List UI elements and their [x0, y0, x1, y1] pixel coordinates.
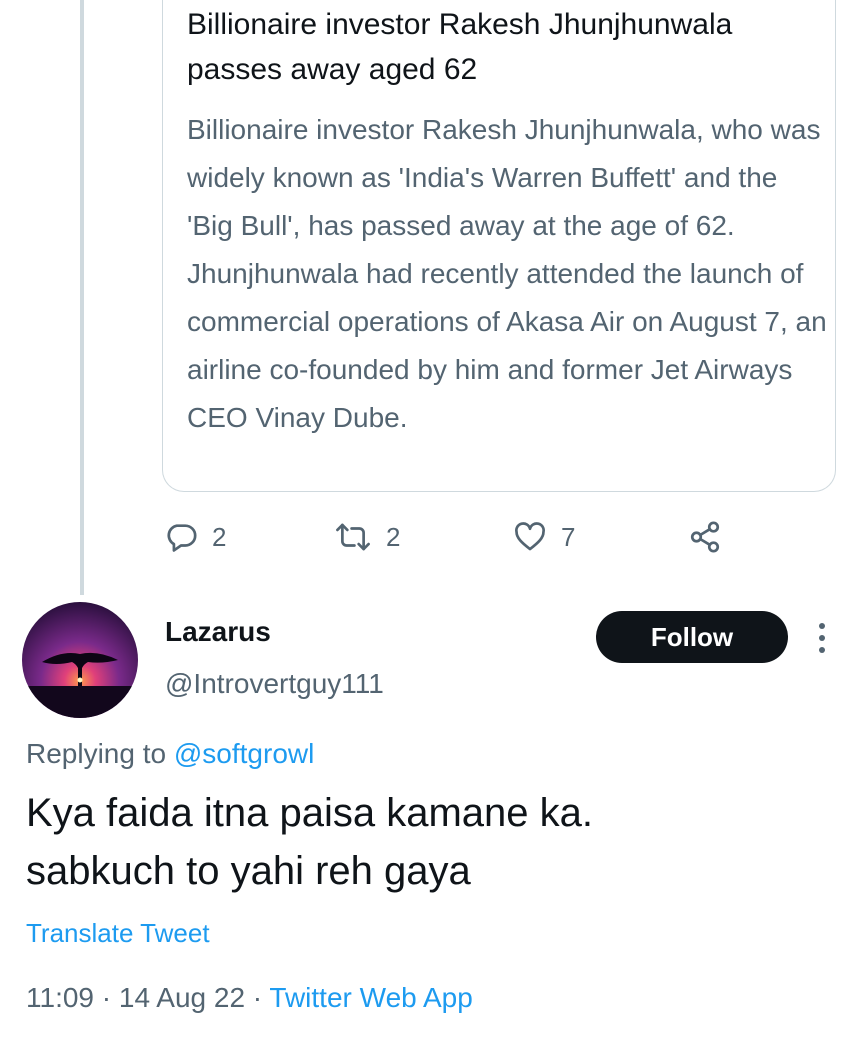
tweet-date[interactable]: 14 Aug 22 [119, 982, 245, 1013]
heart-icon [513, 520, 547, 554]
more-vertical-icon[interactable] [812, 620, 832, 656]
separator: · [252, 982, 263, 1013]
separator: · [101, 982, 112, 1013]
translate-tweet-link[interactable]: Translate Tweet [26, 918, 210, 949]
link-card-description: Billionaire investor Rakesh Jhunjhunwala… [187, 114, 827, 433]
user-handle[interactable]: @Introvertguy111 [165, 668, 384, 700]
like-count: 7 [561, 521, 576, 552]
tweet-time[interactable]: 11:09 [26, 982, 94, 1013]
follow-button[interactable]: Follow [596, 611, 788, 663]
reply-button[interactable]: 2 [164, 512, 226, 562]
replying-prefix: Replying to [26, 738, 167, 769]
avatar[interactable] [22, 602, 138, 718]
link-card-title[interactable]: Billionaire investor Rakesh Jhunjhunwala… [187, 2, 827, 92]
replying-to: Replying to @softgrowl [26, 738, 314, 770]
tweet-source[interactable]: Twitter Web App [269, 982, 472, 1013]
share-icon [688, 520, 722, 554]
reply-icon [164, 520, 198, 554]
share-button[interactable] [688, 512, 722, 562]
like-button[interactable]: 7 [513, 512, 575, 562]
replying-to-mention[interactable]: @softgrowl [174, 738, 314, 769]
retweet-count: 2 [386, 521, 401, 552]
tweet-text: Kya faida itna paisa kamane ka. sabkuch … [26, 784, 846, 900]
tweet-actions-bar: 2 2 7 [0, 512, 864, 562]
reply-count: 2 [212, 521, 227, 552]
thread-connector-line [80, 0, 84, 595]
tweet-text-line: Kya faida itna paisa kamane ka. [26, 791, 594, 835]
retweet-button[interactable]: 2 [334, 512, 400, 562]
display-name[interactable]: Lazarus [165, 616, 271, 648]
retweet-icon [334, 520, 372, 554]
tweet-text-line: sabkuch to yahi reh gaya [26, 849, 471, 893]
tweet-metadata: 11:09 · 14 Aug 22 · Twitter Web App [26, 982, 473, 1014]
